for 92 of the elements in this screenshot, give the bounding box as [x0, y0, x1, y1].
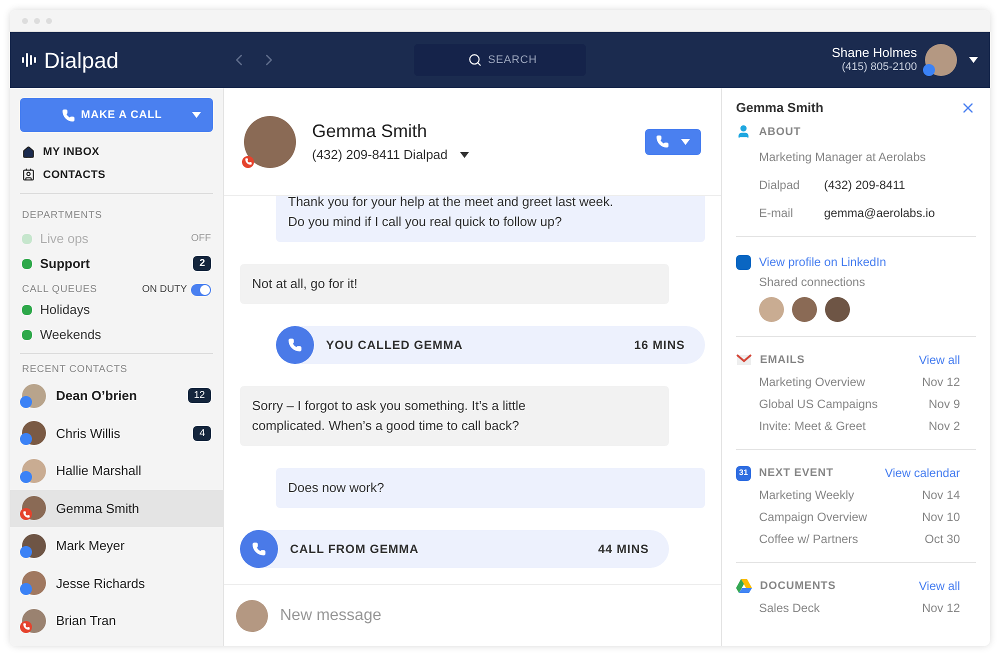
contact-name: Gemma Smith	[56, 500, 140, 518]
field-label: Dialpad	[759, 177, 801, 194]
linkedin-link[interactable]: View profile on LinkedIn	[759, 253, 886, 271]
section-heading: RECENT CONTACTS	[21, 363, 128, 377]
avatar	[759, 297, 784, 322]
queue-item[interactable]: Holidays	[22, 297, 211, 322]
phone-icon	[62, 108, 75, 122]
count-badge: 12	[188, 388, 211, 404]
nav-link[interactable]: CONTACTS	[22, 166, 211, 183]
details-title: Gemma Smith	[736, 99, 824, 117]
count-badge: 4	[193, 426, 211, 441]
list-item[interactable]: Global US Campaigns Nov 9	[759, 395, 960, 413]
view-link[interactable]: View calendar	[884, 464, 960, 482]
shared-label: Shared connections	[758, 274, 866, 291]
section-heading: NEXT EVENT	[759, 466, 835, 481]
linkedin-icon	[736, 254, 751, 270]
list-item[interactable]: Marketing Overview Nov 12	[759, 373, 960, 391]
contact-item[interactable]: Gemma Smith	[10, 490, 223, 527]
call-label: YOU CALLED GEMMA	[326, 337, 464, 354]
message-bubble: Thank you for your help at the meet and greet last week. Do you mind if I call you real quick to follow up?	[276, 196, 705, 242]
call-duration: 44 MINS	[598, 541, 649, 558]
home-icon	[22, 146, 35, 159]
contact-item[interactable]: Brian Tran	[10, 602, 223, 640]
phone-icon	[240, 530, 278, 568]
duty-label: ON DUTY	[142, 283, 187, 297]
person-icon	[736, 124, 751, 140]
queue-item[interactable]: Weekends	[22, 322, 211, 347]
avatar	[236, 600, 268, 632]
call-label: CALL FROM GEMMA	[290, 541, 420, 558]
phone-icon	[656, 135, 669, 148]
call-button[interactable]	[645, 128, 701, 154]
caret-icon	[192, 112, 201, 118]
contact-name: Brian Tran	[56, 612, 117, 630]
view-link[interactable]: View all	[918, 577, 960, 595]
user-phone: (415) 805-2100	[842, 61, 917, 75]
section-heading: DEPARTMENTS	[22, 210, 102, 221]
list-item[interactable]: Coffee w/ Partners Oct 30	[759, 530, 960, 548]
call-duration: 16 MINS	[634, 337, 685, 354]
section-heading: EMAILS	[760, 352, 806, 368]
search-icon	[468, 53, 482, 67]
caret-icon	[460, 152, 469, 158]
message-bubble: Sorry – I forgot to ask you something. It’s a little complicated. When’s a good time to call back?	[240, 386, 669, 446]
contact-item[interactable]: Chris Willis 4	[10, 414, 223, 452]
message-bubble: Not at all, go for it!	[240, 264, 669, 304]
avatar	[792, 297, 817, 322]
envelope-icon	[736, 354, 752, 366]
section-heading: ABOUT	[759, 124, 801, 140]
contact-name: Jesse Richards	[56, 574, 146, 592]
count-badge: 2	[193, 256, 211, 271]
department-item[interactable]: Support 2	[22, 251, 211, 276]
logo-text: Dialpad	[44, 46, 119, 75]
contact-card-icon	[22, 168, 35, 182]
contact-item[interactable]: Mark Meyer	[10, 527, 223, 564]
caret-icon	[969, 57, 978, 63]
make-call-button[interactable]: MAKE A CALL	[20, 98, 213, 132]
field-value: (432) 209-8411	[824, 177, 906, 194]
calendar-icon: 31	[736, 466, 751, 480]
avatar	[825, 297, 850, 322]
job-title: Marketing Manager at Aerolabs	[759, 149, 927, 166]
avatar	[925, 44, 957, 76]
view-link[interactable]: View all	[918, 351, 960, 369]
field-label: E-mail	[759, 205, 794, 222]
message-bubble: Does now work?	[276, 468, 705, 508]
field-value: gemma@aerolabs.io	[824, 205, 935, 222]
duty-toggle[interactable]	[191, 284, 211, 296]
contact-name: Hallie Marshall	[56, 462, 142, 480]
list-item[interactable]: Invite: Meet & Greet Nov 2	[759, 417, 960, 435]
caret-icon	[681, 138, 690, 144]
contact-phone[interactable]: (432) 209-8411 Dialpad	[312, 145, 629, 165]
list-item[interactable]: Marketing Weekly Nov 14	[759, 486, 960, 504]
list-item[interactable]: Sales Deck Nov 12	[759, 599, 960, 617]
avatar	[244, 116, 296, 168]
user-name: Shane Holmes	[832, 45, 917, 62]
contact-item[interactable]: Hallie Marshall	[10, 452, 223, 490]
contact-name: Dean O’brien	[56, 387, 138, 405]
triangle-icon	[736, 579, 752, 593]
contact-item[interactable]: Jesse Richards	[10, 564, 223, 602]
call-record[interactable]: CALL FROM GEMMA 44 MINS	[240, 530, 669, 568]
search-field[interactable]: SEARCH	[414, 44, 586, 76]
status-label: OFF	[191, 232, 211, 246]
contact-title: Gemma Smith	[312, 120, 428, 144]
phone-icon	[276, 326, 314, 364]
contact-name: Mark Meyer	[56, 537, 126, 555]
message-input[interactable]: New message	[280, 604, 709, 628]
nav-link[interactable]: MY INBOX	[22, 144, 211, 160]
contact-name: Chris Willis	[56, 424, 122, 442]
call-record[interactable]: YOU CALLED GEMMA 16 MINS	[276, 326, 705, 364]
list-item[interactable]: Campaign Overview Nov 10	[759, 508, 960, 526]
contact-item[interactable]: Dean O’brien 12	[10, 377, 223, 414]
section-heading: DOCUMENTS	[760, 578, 837, 594]
section-heading: CALL QUEUES	[22, 283, 98, 297]
logo-icon	[22, 52, 38, 68]
